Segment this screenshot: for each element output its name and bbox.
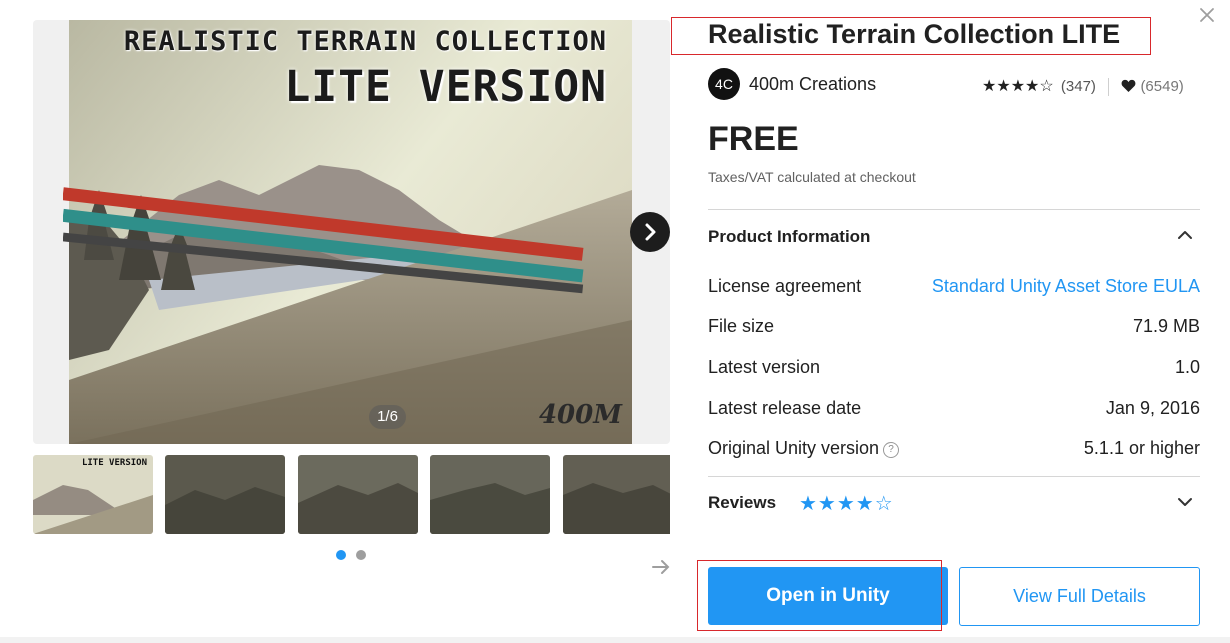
heart-icon[interactable] (1121, 79, 1136, 92)
latest-version-label: Latest version (708, 357, 821, 377)
help-icon[interactable]: ? (883, 442, 900, 458)
separator (1108, 78, 1110, 97)
chevron-right-icon (645, 223, 656, 241)
view-full-details-button[interactable]: View Full Details (959, 567, 1200, 626)
release-date-value: Jan 9, 2016 (1105, 398, 1200, 418)
thumbnail-image (430, 455, 550, 534)
thumbnail-image (298, 455, 418, 534)
product-main-image[interactable]: REALISTIC TERRAIN COLLECTION LITE VERSIO… (63, 20, 632, 444)
license-link[interactable]: Standard Unity Asset Store EULA (932, 276, 1200, 297)
chevron-down-icon[interactable] (1176, 493, 1194, 511)
rating-count[interactable]: (347) (1061, 78, 1096, 95)
thumbnail-strip: LITE VERSION (33, 455, 670, 535)
image-logo: 400M (538, 400, 622, 430)
thumbnail[interactable] (165, 455, 285, 534)
thumbnail[interactable] (563, 455, 670, 534)
file-size-value: 71.9 MB (1132, 316, 1200, 336)
open-button-highlight-box (697, 560, 942, 631)
thumbnail[interactable] (430, 455, 550, 534)
thumbnail[interactable]: LITE VERSION (33, 455, 153, 534)
chevron-up-icon[interactable] (1176, 226, 1194, 244)
thumbnail-image (563, 455, 670, 534)
rating-summary: ★★★★☆ (347) (6549) (982, 76, 1184, 97)
thumbnail-label: LITE VERSION (81, 458, 147, 468)
favorites-count: (6549) (1140, 78, 1184, 95)
tax-note: Taxes/VAT calculated at checkout (708, 169, 916, 185)
reviews-stars: ★★★★☆ (799, 493, 894, 515)
publisher-avatar[interactable]: 4C (708, 68, 740, 100)
divider (708, 209, 1200, 210)
thumbnail[interactable] (298, 455, 418, 534)
pagination-dot[interactable] (356, 550, 366, 560)
license-label: License agreement (708, 276, 862, 296)
publisher-name[interactable]: 400m Creations (749, 74, 876, 95)
unity-version-value: 5.1.1 or higher (1083, 438, 1200, 458)
bottom-strip (0, 637, 1230, 643)
pagination-dot-active[interactable] (336, 550, 346, 560)
release-date-label: Latest release date (708, 398, 862, 418)
close-icon[interactable] (1197, 5, 1217, 25)
unity-version-row-label: Original Unity version? (708, 438, 900, 459)
slide-counter: 1/6 (369, 405, 406, 429)
logo-stripes (63, 187, 584, 294)
gallery-main-image-frame: REALISTIC TERRAIN COLLECTION LITE VERSIO… (33, 20, 670, 444)
product-title: Realistic Terrain Collection LITE (708, 19, 1121, 49)
price: FREE (708, 120, 799, 158)
divider (708, 476, 1200, 477)
gallery-next-button[interactable] (630, 212, 670, 252)
latest-version-value: 1.0 (1174, 357, 1200, 377)
thumbnail-image (165, 455, 285, 534)
arrow-right-icon[interactable] (651, 557, 671, 577)
product-info-heading[interactable]: Product Information (708, 227, 870, 247)
rating-stars: ★★★★☆ (982, 78, 1054, 95)
file-size-label: File size (708, 316, 775, 336)
unity-version-label: Original Unity version (708, 438, 880, 458)
reviews-heading[interactable]: Reviews (708, 493, 776, 513)
